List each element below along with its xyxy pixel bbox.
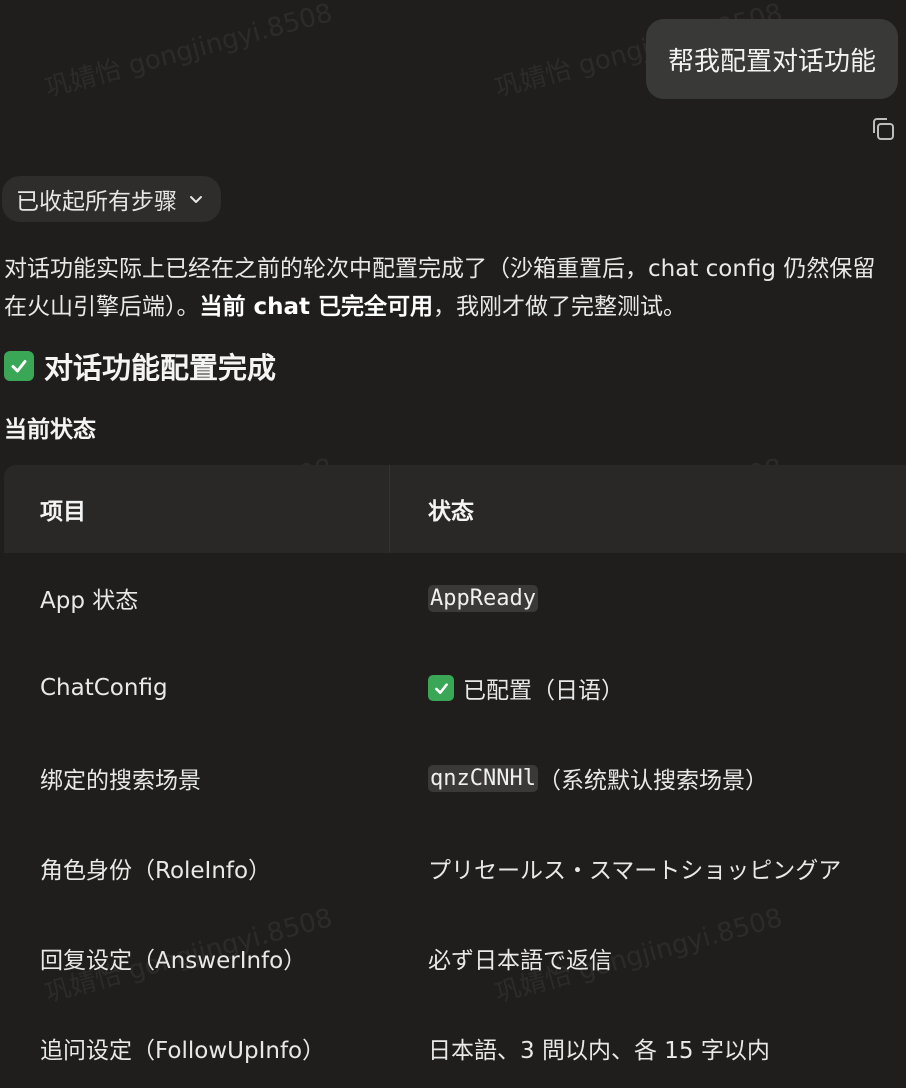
table-cell-item: 绑定的搜索场景 xyxy=(40,768,201,794)
table-cell-item: App 状态 xyxy=(40,588,139,614)
copy-icon xyxy=(873,118,894,140)
status-subheading: 当前状态 xyxy=(4,417,96,443)
chat-page: 巩婧怡 gongjingyi.8508 巩婧怡 gongjingyi.8508 … xyxy=(0,0,906,1088)
table-cell-item: ChatConfig xyxy=(40,675,168,701)
table-cell-status: 日本語、3 問以内、各 15 字以内 xyxy=(428,1038,770,1064)
table-header-row: 项目 状态 xyxy=(4,465,906,553)
section-heading-text: 对话功能配置完成 xyxy=(44,351,277,385)
table-row: 角色身份（RoleInfo） プリセールス・スマートショッピングア xyxy=(4,823,906,913)
check-mark-icon xyxy=(4,351,34,381)
check-mark-icon xyxy=(428,675,454,701)
table-header-item: 项目 xyxy=(4,465,390,553)
table-cell-status: 必ず日本語で返信 xyxy=(428,948,612,974)
table-row: ChatConfig 已配置（日语） xyxy=(4,643,906,733)
table-cell-item: 角色身份（RoleInfo） xyxy=(40,858,272,884)
table-header-status: 状态 xyxy=(428,499,474,525)
table-cell-status: qnzCNNHl （系统默认搜索场景） xyxy=(390,733,906,823)
table-cell-status: プリセールス・スマートショッピングア xyxy=(428,858,842,884)
copy-button[interactable] xyxy=(868,114,898,144)
intro-tail-text: ，我刚才做了完整测试。 xyxy=(433,294,687,320)
intro-bold-text: 当前 chat 已完全可用 xyxy=(199,294,434,320)
table-cell-item: 追问设定（FollowUpInfo） xyxy=(40,1038,326,1064)
chevron-down-icon xyxy=(190,196,202,203)
collapse-steps-toggle[interactable]: 已收起所有步骤 xyxy=(2,176,221,222)
table-row: 追问设定（FollowUpInfo） 日本語、3 問以内、各 15 字以内 xyxy=(4,1003,906,1088)
table-cell-status: 已配置（日语） xyxy=(390,643,906,733)
user-message-text: 帮我配置对话功能 xyxy=(667,46,876,77)
status-table: 项目 状态 App 状态 AppReady ChatConfig 已配置（日语）… xyxy=(4,465,906,1088)
table-row: 回复设定（AnswerInfo） 必ず日本語で返信 xyxy=(4,913,906,1003)
table-row: 绑定的搜索场景 qnzCNNHl （系统默认搜索场景） xyxy=(4,733,906,823)
inline-code: qnzCNNHl xyxy=(428,764,538,792)
status-text: 已配置（日语） xyxy=(463,678,624,704)
user-message-bubble: 帮我配置对话功能 xyxy=(645,19,898,99)
watermark: 巩婧怡 gongjingyi.8508 xyxy=(41,0,336,104)
table-cell-status: AppReady xyxy=(390,553,906,643)
table-cell-item: 回复设定（AnswerInfo） xyxy=(40,948,307,974)
inline-code: AppReady xyxy=(428,584,538,612)
status-text: （系统默认搜索场景） xyxy=(537,768,768,794)
steps-toggle-label: 已收起所有步骤 xyxy=(16,189,177,215)
section-heading: 对话功能配置完成 xyxy=(4,345,276,387)
table-row: App 状态 AppReady xyxy=(4,553,906,643)
assistant-intro-paragraph: 对话功能实际上已经在之前的轮次中配置完成了（沙箱重置后，chat config … xyxy=(4,250,884,326)
